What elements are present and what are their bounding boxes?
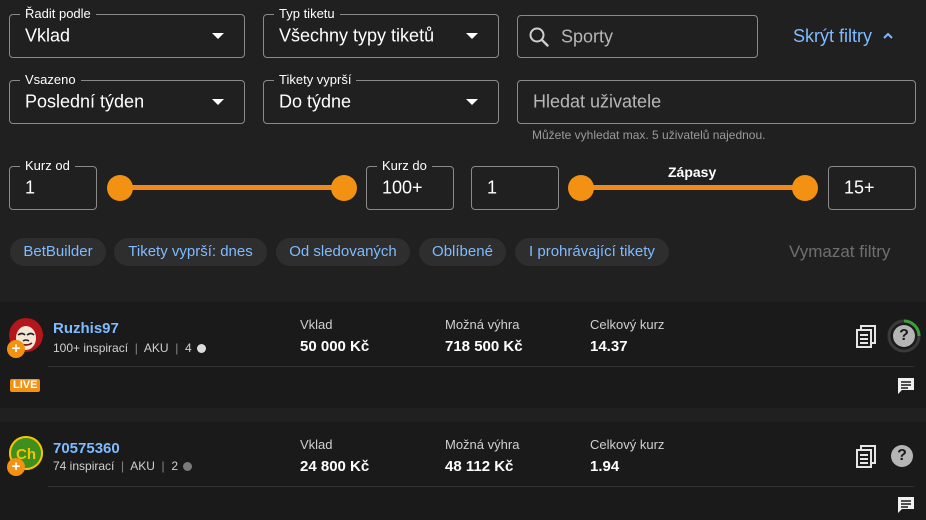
card-divider (48, 366, 914, 367)
matches-slider-max-handle[interactable] (792, 175, 818, 201)
win-value: 718 500 Kč (445, 338, 523, 355)
odds-from-label: Kurz od (20, 158, 75, 174)
ticket-card[interactable]: Ch + 70575360 74 inspirací | AKU | 2 Vkl… (0, 422, 926, 520)
follow-plus-icon[interactable]: + (7, 340, 25, 358)
hide-filters-button[interactable]: Skrýt filtry (793, 26, 894, 48)
user-search-input[interactable]: Hledat uživatele (517, 80, 916, 124)
chip-expires-today[interactable]: Tikety vyprší: dnes (114, 238, 267, 266)
matches-label: Zápasy (668, 164, 717, 180)
ticket-type-value: Všechny typy tiketů (279, 25, 435, 46)
follow-plus-icon[interactable]: + (7, 458, 25, 476)
hide-filters-label: Skrýt filtry (793, 26, 872, 46)
matches-to-input[interactable]: 15+ (828, 166, 916, 210)
help-icon[interactable]: ? (893, 325, 915, 347)
ticket-type-label: Typ tiketu (274, 6, 340, 22)
stake-value: 24 800 Kč (300, 458, 370, 475)
matches-to-value: 15+ (844, 177, 875, 198)
odds-value: 14.37 (590, 338, 628, 355)
ticket-type-select[interactable]: Typ tiketu Všechny typy tiketů (263, 6, 499, 58)
ball-icon (183, 462, 193, 471)
username[interactable]: 70575360 (53, 440, 120, 457)
odds-slider-min-handle[interactable] (107, 175, 133, 201)
wagered-value: Poslední týden (25, 91, 145, 112)
wagered-label: Vsazeno (20, 72, 81, 88)
matches-from-input[interactable]: 1 (471, 166, 559, 210)
sports-search-input[interactable]: Sporty (517, 15, 758, 58)
win-label: Možná výhra (445, 437, 520, 452)
user-search-hint: Můžete vyhledat max. 5 uživatelů najedno… (532, 128, 766, 142)
odds-to-label: Kurz do (377, 158, 432, 174)
chip-losing-tickets[interactable]: I prohrávající tikety (515, 238, 669, 266)
chevron-up-icon (883, 32, 893, 39)
card-divider (48, 486, 914, 487)
username[interactable]: Ruzhis97 (53, 320, 119, 337)
expires-value: Do týdne (279, 91, 352, 112)
odds-label: Celkový kurz (590, 437, 665, 452)
odds-from-value: 1 (25, 177, 36, 198)
odds-value: 1.94 (590, 458, 620, 475)
ticket-card[interactable]: + Ruzhis97 100+ inspirací | AKU | 4 LIVE… (0, 302, 926, 408)
ticket-copy-icon[interactable] (855, 324, 879, 348)
inspirations-count: 74 inspirací (53, 459, 115, 473)
search-icon (529, 27, 549, 47)
chip-followed[interactable]: Od sledovaných (276, 238, 410, 266)
ticket-copy-icon[interactable] (855, 444, 879, 468)
comment-icon[interactable] (897, 377, 915, 395)
odds-to-input[interactable]: Kurz do 100+ (366, 158, 454, 210)
user-meta: 74 inspirací | AKU | 2 (53, 459, 193, 473)
win-value: 48 112 Kč (445, 458, 514, 475)
events-count: 4 (185, 341, 192, 355)
odds-label: Celkový kurz (590, 317, 665, 332)
chip-favorites[interactable]: Oblíbené (419, 238, 506, 266)
stake-label: Vklad (300, 437, 333, 452)
win-label: Možná výhra (445, 317, 520, 332)
inspirations-count: 100+ inspirací (53, 341, 129, 355)
odds-slider-max-handle[interactable] (331, 175, 357, 201)
sort-select[interactable]: Řadit podle Vklad (9, 6, 245, 58)
user-search-placeholder: Hledat uživatele (533, 91, 662, 112)
help-icon[interactable]: ? (891, 445, 913, 467)
comment-icon[interactable] (897, 496, 915, 514)
chip-betbuilder[interactable]: BetBuilder (10, 238, 106, 266)
matches-from-value: 1 (487, 177, 498, 198)
ticket-type: AKU (130, 459, 155, 473)
events-count: 2 (171, 459, 179, 473)
matches-slider-min-handle[interactable] (568, 175, 594, 201)
user-meta: 100+ inspirací | AKU | 4 (53, 341, 207, 355)
odds-to-value: 100+ (382, 177, 423, 198)
wagered-select[interactable]: Vsazeno Poslední týden (9, 72, 245, 124)
ticket-type: AKU (143, 341, 169, 355)
odds-from-input[interactable]: Kurz od 1 (9, 158, 97, 210)
chevron-down-icon (212, 33, 224, 39)
sort-value: Vklad (25, 25, 71, 46)
clear-filters-button[interactable]: Vymazat filtry (789, 242, 890, 262)
stake-value: 50 000 Kč (300, 338, 370, 355)
matches-slider-track[interactable] (581, 185, 805, 190)
stake-label: Vklad (300, 317, 333, 332)
expires-label: Tikety vyprší (274, 72, 357, 88)
chevron-down-icon (466, 33, 478, 39)
sort-label: Řadit podle (20, 6, 96, 22)
odds-slider-track[interactable] (120, 185, 344, 190)
chevron-down-icon (466, 99, 478, 105)
expires-select[interactable]: Tikety vyprší Do týdne (263, 72, 499, 124)
ball-icon (197, 344, 207, 353)
chevron-down-icon (212, 99, 224, 105)
live-badge: LIVE (10, 379, 41, 392)
sports-search-placeholder: Sporty (561, 26, 614, 46)
